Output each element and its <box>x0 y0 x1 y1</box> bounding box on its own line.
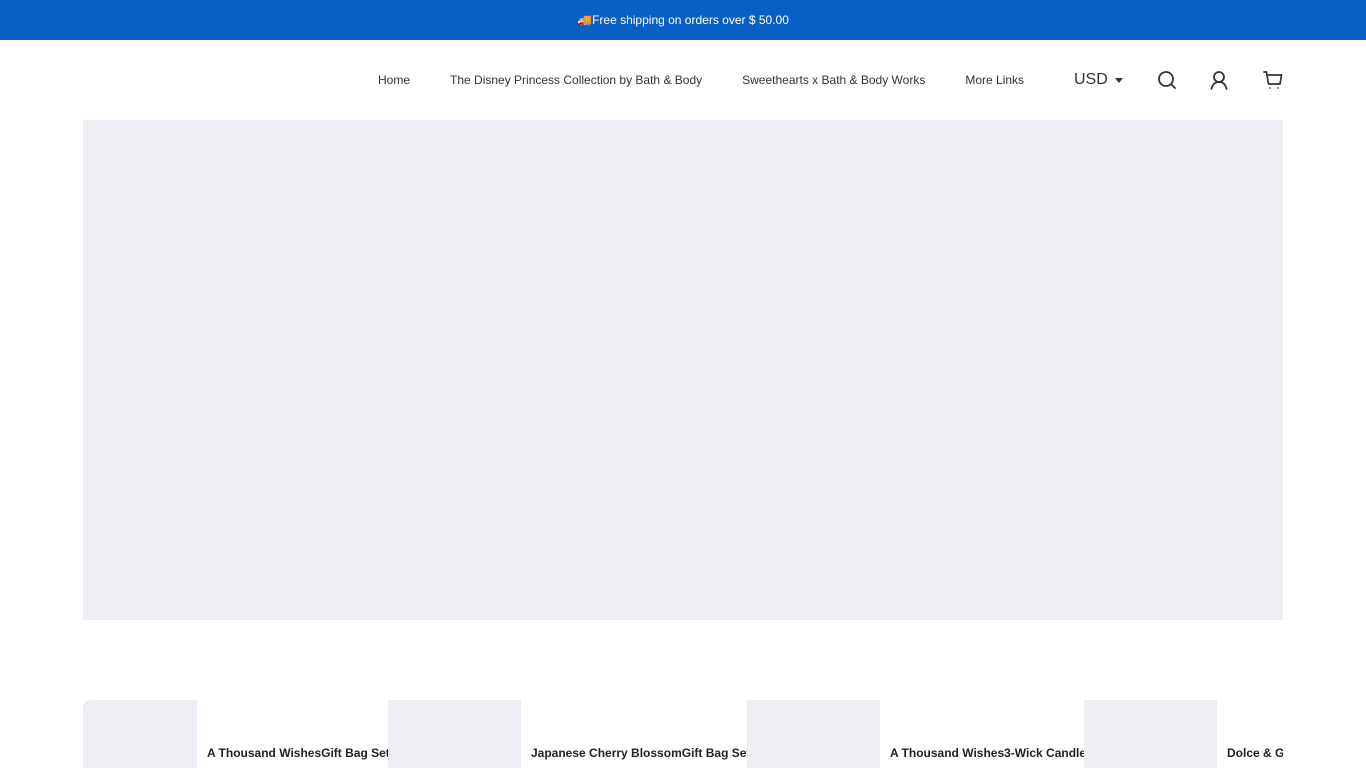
product-title[interactable]: A Thousand Wishes3-Wick Candle <box>880 700 1084 768</box>
product-image[interactable] <box>388 700 521 768</box>
nav-item-disney-princess[interactable]: The Disney Princess Collection by Bath &… <box>430 73 722 87</box>
product-title[interactable]: Japanese Cherry BlossomGift Bag Set <box>521 700 747 768</box>
announcement-bar: 🚚 Free shipping on orders over $ 50.00 <box>0 0 1366 40</box>
account-icon[interactable] <box>1207 68 1231 92</box>
product-card[interactable]: Japanese Cherry BlossomGift Bag Set <box>388 700 747 768</box>
product-card[interactable]: A Thousand WishesGift Bag Set <box>83 700 388 768</box>
nav-item-home[interactable]: Home <box>358 73 430 87</box>
product-title[interactable]: A Thousand WishesGift Bag Set <box>197 700 388 768</box>
cart-icon[interactable] <box>1261 68 1285 92</box>
currency-label: USD <box>1074 71 1108 88</box>
product-card[interactable]: Dolce & Ga <box>1084 700 1283 768</box>
announcement-text: Free shipping on orders over $ 50.00 <box>592 13 789 27</box>
main-nav: Home The Disney Princess Collection by B… <box>358 40 1044 120</box>
product-image[interactable] <box>1084 700 1217 768</box>
product-card[interactable]: A Thousand Wishes3-Wick Candle <box>747 700 1084 768</box>
nav-item-more-links[interactable]: More Links <box>945 73 1044 87</box>
hero-banner-placeholder[interactable] <box>83 120 1283 620</box>
product-title[interactable]: Dolce & Ga <box>1217 700 1283 768</box>
caret-down-icon <box>1114 78 1123 83</box>
nav-item-sweethearts[interactable]: Sweethearts x Bath & Body Works <box>722 73 945 87</box>
truck-icon: 🚚 <box>577 13 593 27</box>
currency-selector[interactable]: USD <box>1074 40 1123 120</box>
product-image[interactable] <box>83 700 197 768</box>
product-carousel: A Thousand WishesGift Bag Set Japanese C… <box>83 700 1283 768</box>
product-image[interactable] <box>747 700 880 768</box>
search-icon[interactable] <box>1155 68 1179 92</box>
site-header: Home The Disney Princess Collection by B… <box>0 40 1366 120</box>
